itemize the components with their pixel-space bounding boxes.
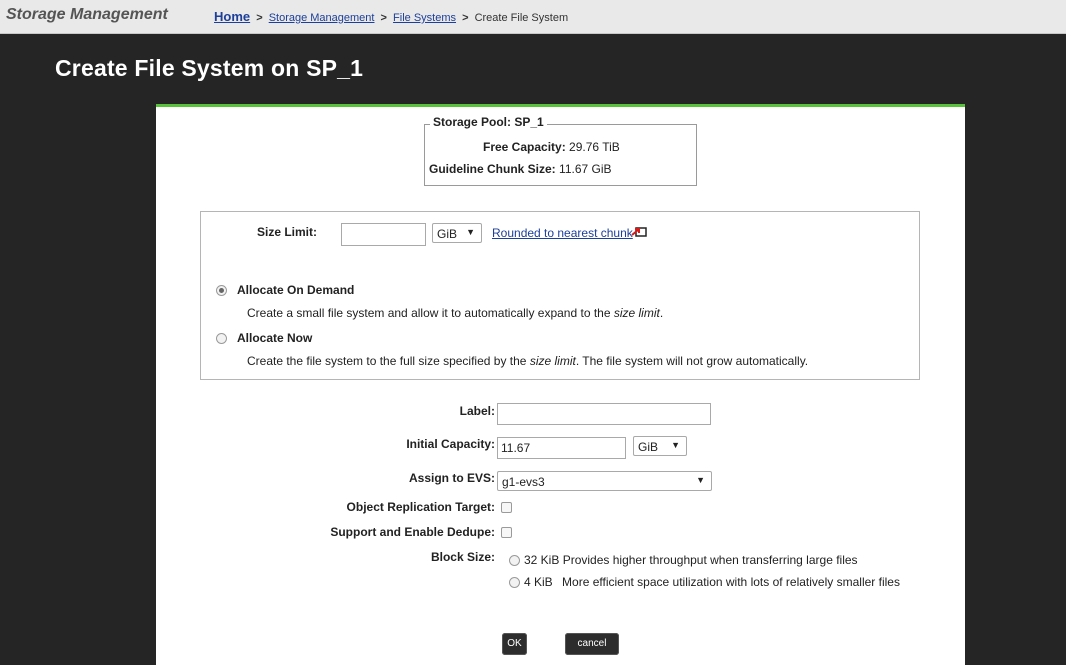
allocate-on-demand-radio[interactable] bbox=[216, 285, 227, 296]
dedupe-checkbox[interactable] bbox=[501, 527, 512, 538]
allocate-now-radio[interactable] bbox=[216, 333, 227, 344]
breadcrumb-home-link[interactable]: Home bbox=[214, 9, 250, 24]
chevron-down-icon: ▼ bbox=[671, 440, 680, 450]
breadcrumb: Home > Storage Management > File Systems… bbox=[214, 9, 568, 24]
chevron-down-icon: ▼ bbox=[466, 227, 475, 237]
label-field-label: Label: bbox=[459, 404, 495, 418]
storage-pool-legend: Storage Pool: SP_1 bbox=[430, 115, 547, 129]
evs-select[interactable]: g1-evs3 ▼ bbox=[497, 471, 712, 491]
breadcrumb-separator: > bbox=[462, 12, 469, 24]
create-file-system-panel: Storage Pool: SP_1 Free Capacity: 29.76 … bbox=[156, 104, 965, 665]
allocate-now-label: Allocate Now bbox=[237, 331, 313, 345]
storage-pool-fieldset bbox=[424, 124, 697, 186]
block-size-32-radio[interactable] bbox=[509, 555, 520, 566]
object-replication-target-label: Object Replication Target: bbox=[346, 500, 495, 514]
block-size-32-size: 32 KiB bbox=[524, 553, 560, 567]
app-title: Storage Management bbox=[6, 6, 168, 23]
block-size-4-desc: More efficient space utilization with lo… bbox=[562, 575, 900, 589]
initial-capacity-input[interactable]: 11.67 bbox=[497, 437, 626, 459]
now-desc-prefix: Create the file system to the full size … bbox=[247, 354, 530, 368]
label-input[interactable] bbox=[497, 403, 711, 425]
size-limit-unit-value: GiB bbox=[437, 227, 458, 241]
free-capacity-row: Free Capacity: 29.76 TiB bbox=[483, 140, 620, 154]
guideline-chunk-label: Guideline Chunk Size: bbox=[429, 162, 556, 176]
chevron-down-icon: ▼ bbox=[696, 475, 705, 485]
assign-to-evs-label: Assign to EVS: bbox=[408, 471, 495, 485]
guideline-chunk-row: Guideline Chunk Size: 11.67 GiB bbox=[429, 162, 612, 176]
block-size-32-desc: Provides higher throughput when transfer… bbox=[562, 553, 858, 567]
dedupe-label: Support and Enable Dedupe: bbox=[330, 525, 495, 539]
allocate-on-demand-label: Allocate On Demand bbox=[237, 283, 355, 297]
initial-capacity-label: Initial Capacity: bbox=[406, 437, 495, 451]
object-replication-target-checkbox[interactable] bbox=[501, 502, 512, 513]
evs-select-value: g1-evs3 bbox=[502, 475, 545, 489]
rounded-to-nearest-chunk-link[interactable]: Rounded to nearest chunk bbox=[492, 226, 633, 240]
size-limit-unit-select[interactable]: GiB ▼ bbox=[432, 223, 482, 243]
block-size-4-size: 4 KiB bbox=[524, 575, 553, 589]
allocation-box: Size Limit: GiB ▼ Rounded to nearest chu… bbox=[200, 211, 920, 380]
top-bar: Storage Management Home > Storage Manage… bbox=[0, 0, 1066, 34]
breadcrumb-file-systems-link[interactable]: File Systems bbox=[393, 12, 456, 24]
breadcrumb-separator: > bbox=[256, 12, 263, 24]
now-desc-suffix: . The file system will not grow automati… bbox=[575, 354, 809, 368]
ok-button[interactable]: OK bbox=[502, 633, 527, 655]
free-capacity-value: 29.76 TiB bbox=[569, 140, 620, 154]
cancel-button[interactable]: cancel bbox=[565, 633, 619, 655]
on-demand-desc-em: size limit bbox=[613, 306, 660, 320]
free-capacity-label: Free Capacity: bbox=[483, 140, 566, 154]
block-size-4-text: 4 KiB More efficient space utilization w… bbox=[524, 575, 900, 589]
size-limit-input[interactable] bbox=[341, 223, 426, 246]
on-demand-desc-prefix: Create a small file system and allow it … bbox=[247, 306, 614, 320]
guideline-chunk-value: 11.67 GiB bbox=[559, 162, 612, 176]
allocate-on-demand-description: Create a small file system and allow it … bbox=[247, 306, 663, 320]
initial-capacity-unit-value: GiB bbox=[638, 440, 659, 454]
allocate-now-description: Create the file system to the full size … bbox=[247, 354, 808, 368]
breadcrumb-separator: > bbox=[380, 12, 387, 24]
block-size-label: Block Size: bbox=[430, 550, 495, 564]
block-size-32-text: 32 KiB Provides higher throughput when t… bbox=[524, 553, 858, 567]
on-demand-desc-suffix: . bbox=[659, 306, 664, 320]
size-limit-label: Size Limit: bbox=[257, 225, 318, 239]
initial-capacity-unit-select[interactable]: GiB ▼ bbox=[633, 436, 687, 456]
now-desc-em: size limit bbox=[529, 354, 576, 368]
breadcrumb-current: Create File System bbox=[474, 12, 569, 24]
external-link-icon[interactable] bbox=[631, 225, 647, 238]
page-title: Create File System on SP_1 bbox=[55, 55, 364, 81]
block-size-4-radio[interactable] bbox=[509, 577, 520, 588]
breadcrumb-storage-management-link[interactable]: Storage Management bbox=[269, 12, 375, 24]
